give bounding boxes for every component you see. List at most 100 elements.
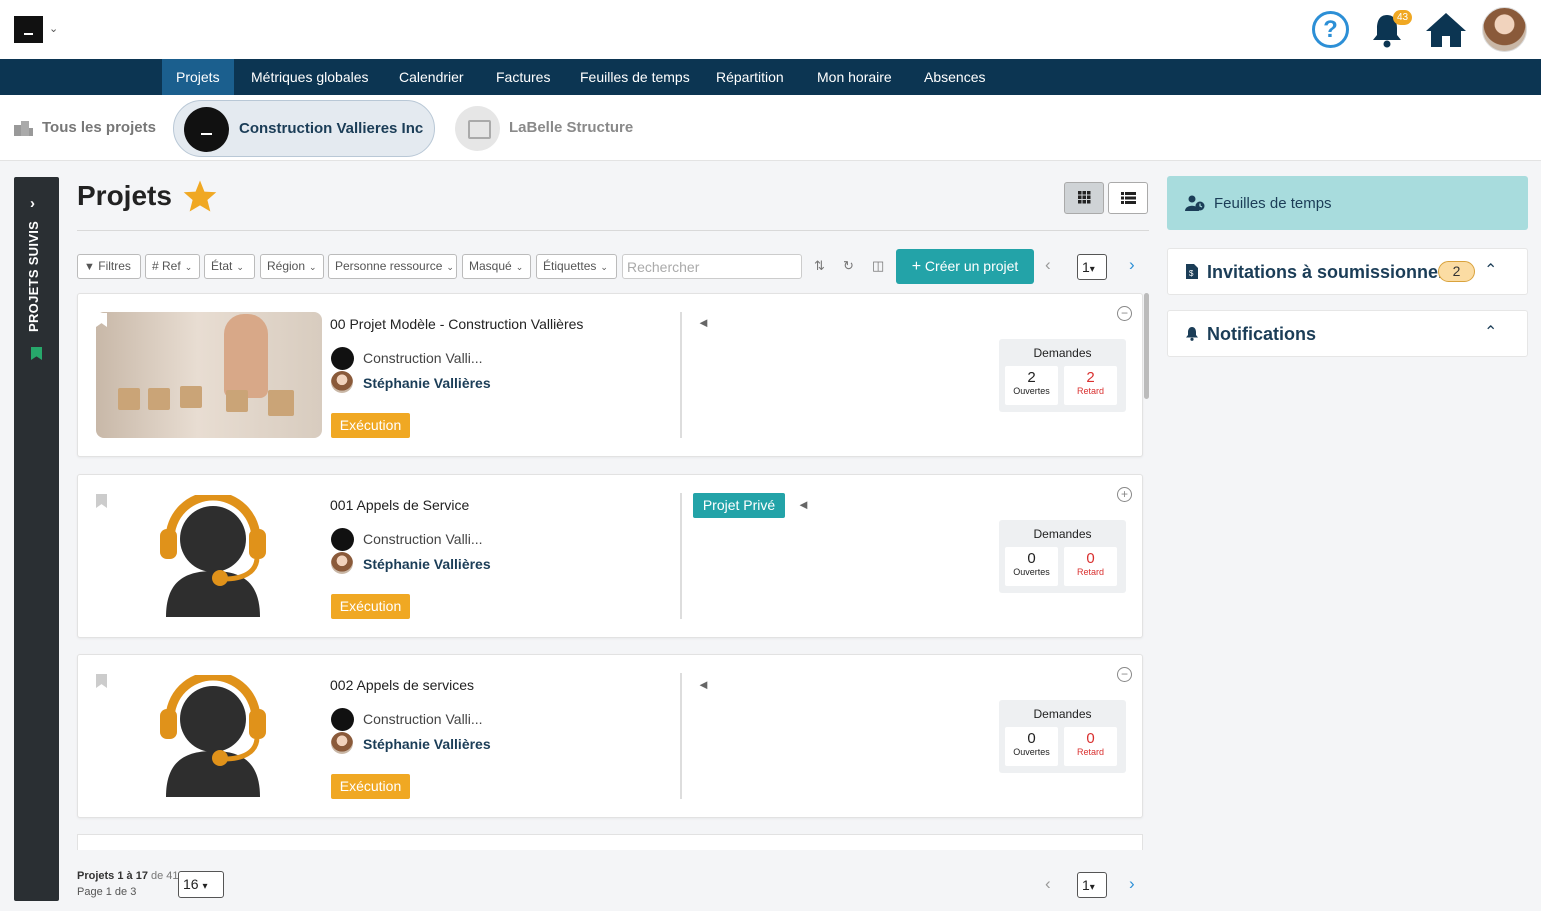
bookmark-icon[interactable] <box>96 674 107 688</box>
chevron-up-icon[interactable]: ⌃ <box>1484 322 1497 342</box>
chevron-down-icon: ▾ <box>1089 264 1095 275</box>
search-input[interactable] <box>622 254 802 279</box>
requests-title: Demandes <box>1033 527 1092 541</box>
project-person[interactable]: Stéphanie Vallières <box>363 556 491 572</box>
nav-factures[interactable]: Factures <box>482 59 564 95</box>
late-label: Retard <box>1076 386 1104 396</box>
region-filter[interactable]: Région ⌄ <box>260 254 324 279</box>
chevron-down-icon[interactable]: ⌄ <box>49 22 58 35</box>
chevron-right-icon[interactable]: › <box>30 195 35 212</box>
per-page-value: 16 <box>183 876 199 892</box>
prev-page-icon[interactable]: ‹ <box>1045 255 1051 275</box>
next-page-icon[interactable]: › <box>1129 255 1135 275</box>
invitations-panel[interactable]: $ Invitations à soumissionner 2 ⌃ <box>1167 248 1528 295</box>
followed-projects-label: PROJETS SUIVIS <box>26 220 41 332</box>
nav-feuilles-de-temps[interactable]: Feuilles de temps <box>566 59 704 95</box>
notifications-label: Notifications <box>1207 324 1317 344</box>
nav-mon-horaire[interactable]: Mon horaire <box>803 59 906 95</box>
per-page-select[interactable]: 16 ▾ <box>178 871 224 898</box>
notification-count-badge: 43 <box>1393 10 1412 25</box>
open-label: Ouvertes <box>1013 567 1050 577</box>
timesheets-panel[interactable]: Feuilles de temps <box>1167 176 1528 230</box>
masque-filter[interactable]: Masqué ⌄ <box>462 254 531 279</box>
project-card[interactable]: 002 Appels de services Construction Vall… <box>77 654 1143 818</box>
etiquettes-filter[interactable]: Étiquettes ⌄ <box>536 254 617 279</box>
star-icon[interactable] <box>182 179 218 213</box>
prev-page-icon[interactable]: ‹ <box>1045 874 1051 894</box>
image-placeholder-icon[interactable] <box>455 106 500 151</box>
nav-repartition[interactable]: Répartition <box>702 59 798 95</box>
list-view-button[interactable] <box>1108 182 1148 214</box>
wood-block <box>118 388 140 410</box>
open-label: Ouvertes <box>1013 747 1050 757</box>
collapse-icon[interactable]: − <box>1117 306 1132 321</box>
project-title[interactable]: 001 Appels de Service <box>330 497 469 513</box>
home-icon[interactable] <box>1424 11 1468 49</box>
next-page-icon[interactable]: › <box>1129 874 1135 894</box>
company-logo[interactable] <box>14 16 43 43</box>
project-person[interactable]: Stéphanie Vallières <box>363 736 491 752</box>
list-icon <box>1121 192 1136 204</box>
company-pill-label: Construction Vallieres Inc <box>239 120 424 137</box>
nav-absences[interactable]: Absences <box>910 59 999 95</box>
project-card[interactable]: 001 Appels de Service Construction Valli… <box>77 474 1143 638</box>
open-count: 0 <box>1027 730 1036 747</box>
all-projects-label: Tous les projets <box>42 119 156 136</box>
etat-filter[interactable]: État ⌄ <box>204 254 255 279</box>
late-requests[interactable]: 2 Retard <box>1064 366 1117 405</box>
collapse-icon[interactable]: − <box>1117 667 1132 682</box>
bookmark-icon <box>31 347 42 360</box>
sort-icon[interactable]: ⇅ <box>814 258 825 274</box>
status-badge: Exécution <box>331 594 410 619</box>
page-select-top[interactable]: 1▾ <box>1077 254 1107 280</box>
masque-filter-label: Masqué <box>469 259 512 273</box>
scrollbar-thumb[interactable] <box>1144 293 1149 399</box>
expand-icon[interactable]: + <box>1117 487 1132 502</box>
late-count: 2 <box>1086 369 1095 386</box>
project-title[interactable]: 002 Appels de services <box>330 677 474 693</box>
filters-button[interactable]: ▼ Filtres <box>77 254 141 279</box>
filters-label: Filtres <box>98 259 131 273</box>
headset-avatar-icon <box>160 675 266 797</box>
company-logo-icon <box>184 107 229 152</box>
tags-icon[interactable]: ◄ <box>797 497 810 512</box>
notifications-panel[interactable]: Notifications ⌃ <box>1167 310 1528 357</box>
tags-icon[interactable]: ◄ <box>697 677 710 692</box>
person-avatar <box>331 552 353 574</box>
person-filter[interactable]: Personne ressource ⌄ <box>328 254 457 279</box>
company-pill-labelle[interactable]: LaBelle Structure <box>509 119 633 136</box>
page-select-bottom[interactable]: 1▾ <box>1077 872 1107 898</box>
wood-block <box>226 390 248 412</box>
chevron-down-icon: ▾ <box>1089 882 1095 893</box>
user-avatar[interactable] <box>1482 7 1527 52</box>
late-requests[interactable]: 0 Retard <box>1064 727 1117 766</box>
open-requests[interactable]: 0 Ouvertes <box>1005 547 1058 586</box>
org-logo-icon <box>331 708 354 731</box>
status-badge: Exécution <box>331 774 410 799</box>
help-icon[interactable]: ? <box>1312 11 1349 48</box>
ref-filter[interactable]: # Ref ⌄ <box>145 254 200 279</box>
project-org: Construction Valli... <box>363 711 483 727</box>
nav-projets[interactable]: Projets <box>162 59 234 95</box>
wood-block <box>148 388 170 410</box>
grid-view-button[interactable] <box>1064 182 1104 214</box>
nav-calendrier[interactable]: Calendrier <box>385 59 478 95</box>
project-card[interactable]: 00 Projet Modèle - Construction Vallière… <box>77 293 1143 457</box>
followed-projects-tab[interactable]: › PROJETS SUIVIS <box>14 177 59 901</box>
tags-icon[interactable]: ◄ <box>697 315 710 330</box>
card-divider <box>680 312 682 438</box>
refresh-icon[interactable]: ↻ <box>843 258 854 274</box>
open-requests[interactable]: 2 Ouvertes <box>1005 366 1058 405</box>
all-projects-link[interactable]: Tous les projets <box>14 119 156 136</box>
create-project-button[interactable]: + Créer un projet <box>896 249 1034 284</box>
nav-metriques-globales[interactable]: Métriques globales <box>237 59 383 95</box>
chevron-up-icon[interactable]: ⌃ <box>1484 260 1497 280</box>
columns-icon[interactable]: ◫ <box>872 258 884 274</box>
late-requests[interactable]: 0 Retard <box>1064 547 1117 586</box>
open-requests[interactable]: 0 Ouvertes <box>1005 727 1058 766</box>
project-title[interactable]: 00 Projet Modèle - Construction Vallière… <box>330 316 583 332</box>
company-pill-active[interactable]: Construction Vallieres Inc <box>173 100 435 157</box>
bookmark-icon[interactable] <box>96 494 107 508</box>
person-avatar <box>331 732 353 754</box>
project-person[interactable]: Stéphanie Vallières <box>363 375 491 391</box>
